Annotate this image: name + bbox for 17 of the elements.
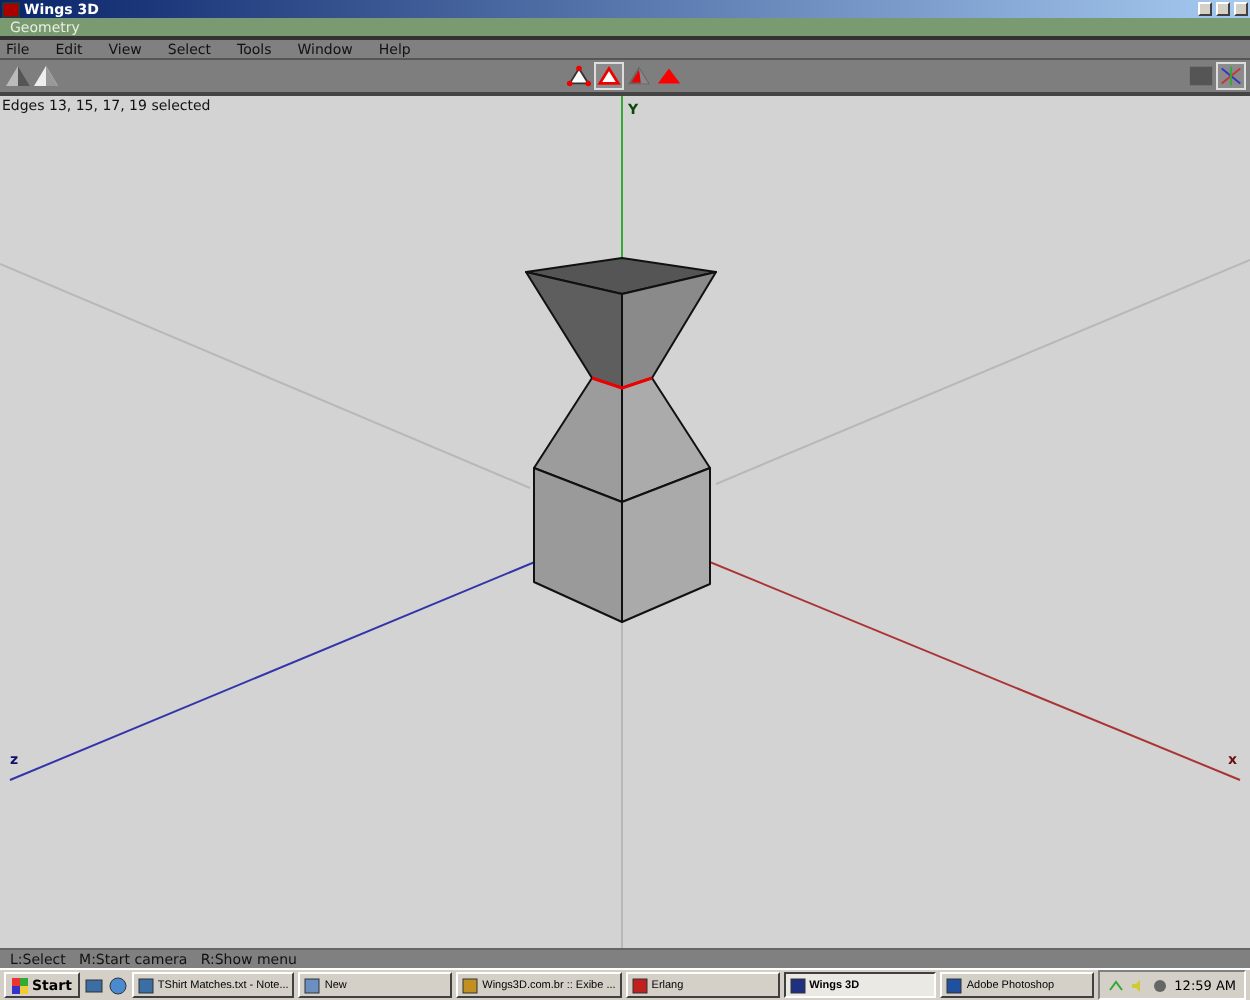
app-icon [789,977,806,993]
smooth-shading-icon[interactable] [4,62,32,90]
app-icon [631,977,648,993]
app-icon [304,977,321,993]
view-toggle-button[interactable] [1186,62,1216,90]
app-icon [462,977,479,993]
flat-shading-icon[interactable] [32,62,60,90]
view-toggle-button[interactable] [1216,62,1246,90]
app-icon [946,977,963,993]
start-logo-icon [12,977,28,993]
app-icon [137,977,154,993]
maximize-button[interactable] [1216,2,1230,16]
minimize-button[interactable] [1198,2,1212,16]
select-mode-button[interactable] [563,62,593,90]
desktop-icon[interactable] [83,975,104,995]
browser-icon[interactable] [107,975,128,995]
close-button[interactable] [1234,2,1248,16]
